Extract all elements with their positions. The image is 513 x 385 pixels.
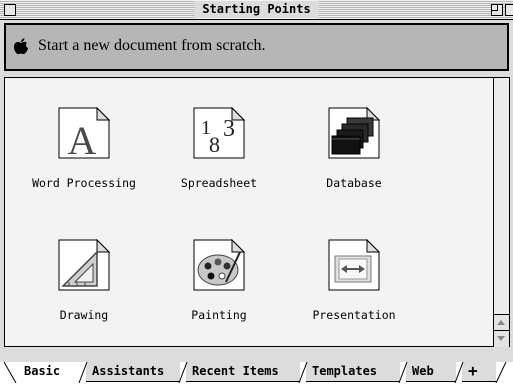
presentation-label: Presentation — [312, 308, 396, 322]
database-icon — [328, 106, 381, 159]
drawing-icon — [58, 238, 111, 291]
word-processing-item[interactable]: A Word Processing — [16, 106, 152, 190]
drawing-label: Drawing — [59, 308, 109, 322]
spreadsheet-icon: 1 8 3 — [193, 106, 246, 159]
title-bar[interactable]: Starting Points — [0, 0, 513, 20]
drawing-item[interactable]: Drawing — [16, 238, 152, 322]
tab-basic[interactable]: Basic — [18, 362, 80, 384]
prompt-text: Start a new document from scratch. — [38, 37, 266, 54]
presentation-icon — [328, 238, 381, 291]
svg-text:8: 8 — [209, 132, 220, 157]
tab-separator — [178, 362, 188, 383]
database-item[interactable]: Database — [286, 106, 422, 190]
tab-separator — [454, 362, 464, 383]
scroll-down-arrow-icon[interactable] — [494, 330, 509, 347]
starting-points-grid: A Word Processing 1 8 3 Spreadsheet Data… — [4, 77, 493, 347]
tab-edge-left — [3, 362, 17, 383]
word-processing-icon: A — [58, 106, 111, 163]
prompt-bar: Start a new document from scratch. — [4, 23, 509, 71]
starting-points-window: Starting Points Start a new document fro… — [0, 0, 513, 362]
painting-label: Painting — [191, 308, 247, 322]
tab-separator — [78, 362, 88, 383]
spreadsheet-item[interactable]: 1 8 3 Spreadsheet — [151, 106, 287, 190]
tab-separator — [398, 362, 408, 383]
close-box[interactable] — [4, 4, 16, 16]
window-title: Starting Points — [194, 1, 319, 18]
tab-separator — [298, 362, 308, 383]
tab-edge-right — [495, 362, 507, 383]
painting-icon — [193, 238, 246, 291]
collapse-box[interactable] — [505, 4, 513, 16]
spreadsheet-label: Spreadsheet — [180, 176, 258, 190]
tab-templates[interactable]: Templates — [306, 362, 400, 382]
tab-web[interactable]: Web — [406, 362, 456, 382]
word-processing-label: Word Processing — [32, 176, 136, 190]
scroll-up-arrow-icon[interactable] — [494, 314, 509, 331]
presentation-item[interactable]: Presentation — [286, 238, 422, 322]
tab-add[interactable]: + — [462, 362, 496, 382]
tab-assistants[interactable]: Assistants — [86, 362, 180, 382]
apple-icon — [14, 38, 28, 55]
vertical-scrollbar[interactable] — [493, 77, 510, 347]
painting-item[interactable]: Painting — [151, 238, 287, 322]
svg-text:3: 3 — [223, 116, 235, 142]
tab-recent-items[interactable]: Recent Items — [186, 362, 300, 382]
tab-bar: Basic Assistants Recent Items Templates … — [0, 362, 513, 385]
database-label: Database — [326, 176, 382, 190]
zoom-box[interactable] — [491, 4, 503, 16]
svg-text:A: A — [68, 118, 97, 160]
